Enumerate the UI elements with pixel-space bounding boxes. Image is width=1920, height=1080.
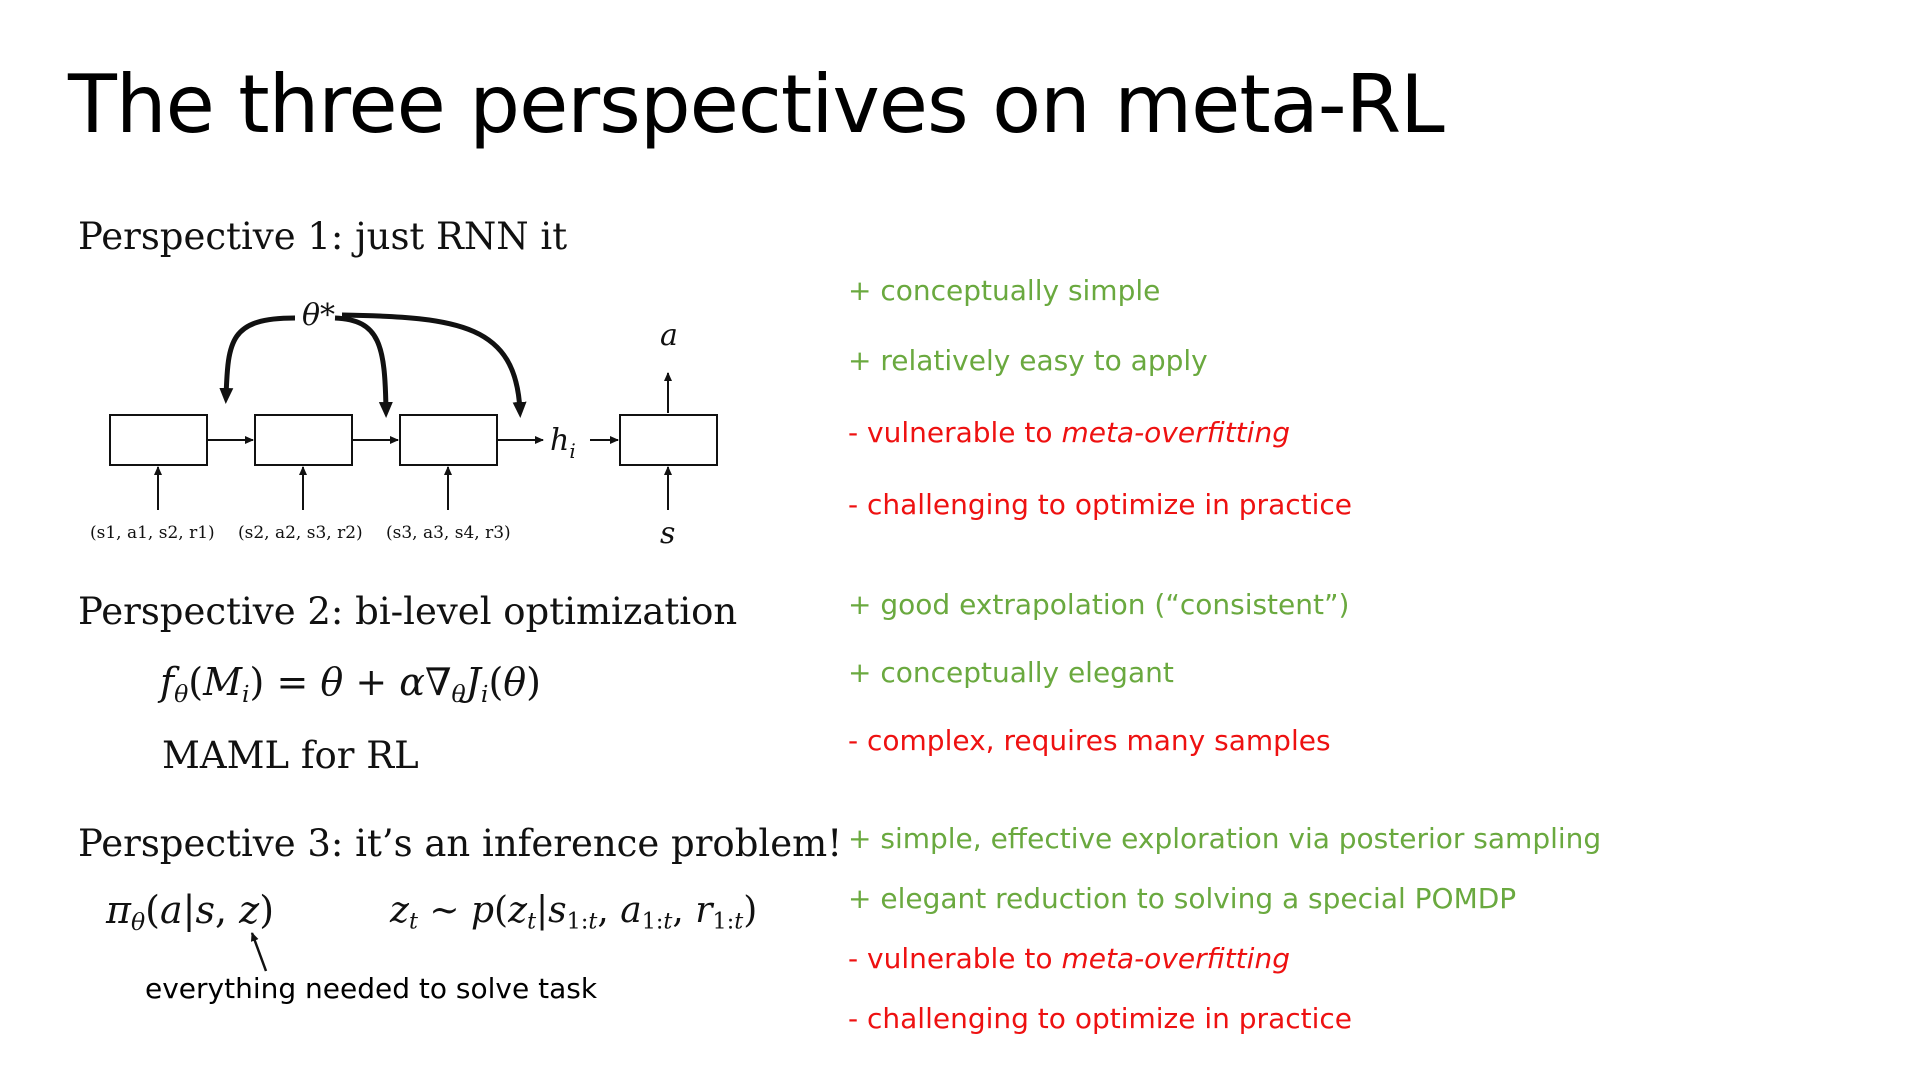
perspective-2-heading: Perspective 2: bi-level optimization: [78, 590, 738, 633]
rnn-diagram: θ* hi a s (s1, a1, s2, r1) (s2, a2, s3, …: [90, 298, 718, 551]
state-label: s: [660, 516, 675, 551]
p3-point-1: + simple, effective exploration via post…: [848, 822, 1602, 855]
action-label: a: [660, 318, 678, 353]
rnn-input-2: (s2, a2, s3, r2): [238, 523, 363, 543]
rnn-input-3: (s3, a3, s4, r3): [386, 523, 511, 543]
p3-point-3: - vulnerable to meta-overfitting: [848, 942, 1290, 975]
theta-label: θ*: [302, 298, 335, 333]
posterior-expression: zt ∼ p(zt|s1:t, a1:t, r1:t): [390, 890, 758, 935]
latent-note: everything needed to solve task: [145, 972, 598, 1005]
theta-arrow-1: [219, 315, 296, 404]
maml-subheading: MAML for RL: [162, 734, 419, 777]
perspective-1-heading: Perspective 1: just RNN it: [78, 215, 568, 258]
rnn-cell-3: [399, 414, 498, 466]
rnn-cell-1: [109, 414, 208, 466]
p3-point-4: - challenging to optimize in practice: [848, 1002, 1352, 1035]
p1-point-2: + relatively easy to apply: [848, 344, 1208, 377]
policy-cell: [619, 414, 718, 466]
p1-point-4: - challenging to optimize in practice: [848, 488, 1352, 521]
p2-point-1: + good extrapolation (“consistent”): [848, 588, 1350, 621]
rnn-input-1: (s1, a1, s2, r1): [90, 523, 215, 543]
note-arrow: [250, 932, 268, 972]
p2-point-3: - complex, requires many samples: [848, 724, 1331, 757]
p2-point-2: + conceptually elegant: [848, 656, 1174, 689]
rnn-cell-2: [254, 414, 353, 466]
hidden-state-label: hi: [550, 423, 576, 463]
perspective-3-heading: Perspective 3: it’s an inference problem…: [78, 822, 843, 865]
theta-arrow-2: [334, 315, 393, 418]
p1-point-1: + conceptually simple: [848, 274, 1161, 307]
p3-point-2: + elegant reduction to solving a special…: [848, 882, 1517, 915]
p1-point-3: - vulnerable to meta-overfitting: [848, 416, 1290, 449]
maml-equation: fθ(Mi) = θ + α∇θJi(θ): [160, 660, 541, 709]
slide-title: The three perspectives on meta-RL: [68, 58, 1445, 151]
